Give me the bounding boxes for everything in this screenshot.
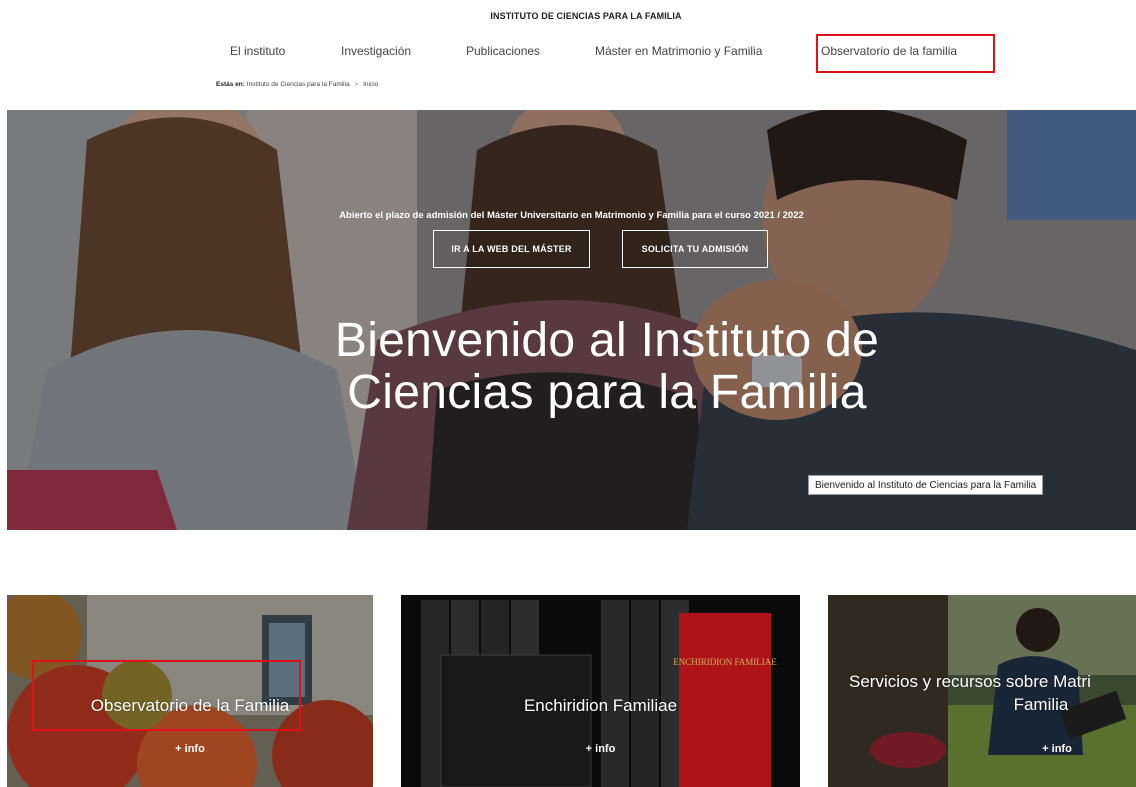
master-website-button[interactable]: IR A LA WEB DEL MÁSTER [433,230,590,268]
site-title: INSTITUTO DE CIENCIAS PARA LA FAMILIA [490,11,682,21]
breadcrumb-label: Estás en: [216,81,245,88]
breadcrumb: Estás en: Instituto de Ciencias para la … [216,81,378,88]
breadcrumb-link-instituto[interactable]: Instituto de Ciencias para la Familia [247,81,350,88]
card-title-line1: Servicios y recursos sobre Matri [849,672,1091,691]
hero-heading-line1: Bienvenido al Instituto de [334,314,880,367]
nav-item-observatorio[interactable]: Observatorio de la familia [821,44,957,58]
hero-banner: Abierto el plazo de admisión del Máster … [7,110,1136,530]
hero-admission-notice: Abierto el plazo de admisión del Máster … [339,210,804,221]
card-enchiridion[interactable]: ENCHIRIDION FAMILIAE Enchiridion Familia… [401,595,800,787]
apply-admission-button[interactable]: SOLICITA TU ADMISIÓN [622,230,768,268]
card-more-info-link[interactable]: + info [828,743,1136,755]
nav-item-investigacion[interactable]: Investigación [341,44,411,58]
card-observatorio[interactable]: Observatorio de la Familia + info [7,595,373,787]
hero-tooltip: Bienvenido al Instituto de Ciencias para… [808,475,1044,495]
card-more-info-link[interactable]: + info [401,743,800,755]
nav-item-publicaciones[interactable]: Publicaciones [466,44,540,58]
card-overlay [7,595,373,787]
card-more-info-link[interactable]: + info [7,743,373,755]
nav-item-master[interactable]: Máster en Matrimonio y Familia [595,44,762,58]
card-servicios[interactable]: Servicios y recursos sobre Matri Familia… [828,595,1136,787]
hero-heading: Bienvenido al Instituto de Ciencias para… [7,315,1136,419]
card-title: Observatorio de la Familia [90,696,290,715]
breadcrumb-separator-icon: > [354,81,359,88]
card-title: Enchiridion Familiae [523,696,678,715]
main-nav: El instituto Investigación Publicaciones… [0,44,1136,60]
card-overlay [401,595,800,787]
breadcrumb-current: Inicio [363,81,379,88]
hero-heading-line2: Ciencias para la Familia [347,366,867,419]
card-title-line2: Familia [1013,695,1069,714]
nav-item-el-instituto[interactable]: El instituto [230,44,285,58]
